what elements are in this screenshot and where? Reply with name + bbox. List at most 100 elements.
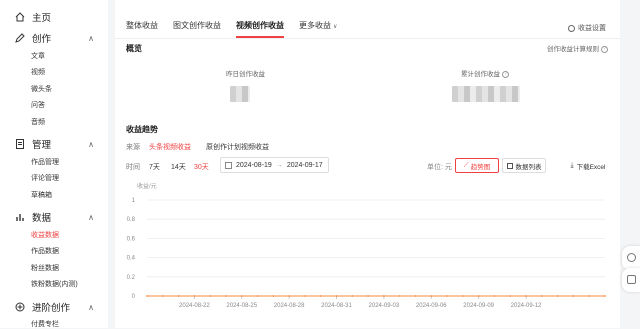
sidebar-item-micro-post[interactable]: 微头条 [31,84,52,94]
data-point[interactable] [272,295,275,297]
yesterday-revenue-label: 昨日创作收益 [226,71,265,78]
data-list-button[interactable]: 数据列表 [502,158,546,173]
data-point[interactable] [525,295,527,297]
sidebar-item-article[interactable]: 文章 [31,51,45,61]
data-point[interactable] [572,295,575,297]
download-excel-button[interactable]: ⤓ 下载Excel [563,158,613,173]
chevron-up-icon[interactable]: ∧ [88,34,94,43]
data-point[interactable] [209,295,212,297]
data-point[interactable] [540,295,543,297]
sidebar-item-iron-fans-data[interactable]: 铁粉数据(内测) [31,279,78,289]
data-point[interactable] [177,295,180,297]
nav-group-create[interactable]: 创作 [14,31,51,45]
data-point[interactable] [351,295,354,297]
range-14-days[interactable]: 14天 [171,162,186,172]
total-revenue-label-text: 累计创作收益 [461,71,500,78]
sidebar-item-drafts[interactable]: 草稿箱 [31,190,52,200]
x-tick-label: 2024-08-25 [226,303,257,309]
sidebar: 主页 创作 ∧ 文章 视频 微头条 问答 音频 管理 ∧ 作品管理 评论管理 草… [0,0,108,328]
line-chart-icon: ⟋ [463,161,469,169]
unit-label: 单位: 元 [427,164,452,171]
range-7-days[interactable]: 7天 [149,162,160,172]
sidebar-item-audio[interactable]: 音频 [31,117,45,127]
data-point[interactable] [446,295,448,297]
sidebar-item-works[interactable]: 作品管理 [31,157,59,167]
sidebar-item-works-data[interactable]: 作品数据 [31,246,59,256]
trend-chart-button[interactable]: ⟋ 趋势图 [455,158,499,173]
trend-title: 收益趋势 [126,125,158,134]
sidebar-item-fans-data[interactable]: 粉丝数据 [31,263,59,273]
feedback-float-button[interactable] [622,268,640,292]
question-icon: ? [502,70,509,78]
trend-chart-label: 趋势图 [470,163,491,171]
data-point[interactable] [382,295,385,297]
data-point[interactable] [604,295,606,297]
data-point[interactable] [146,295,148,297]
feedback-icon [627,275,636,284]
sidebar-item-revenue-data[interactable]: 收益数据 [31,230,59,240]
sidebar-item-comments[interactable]: 评论管理 [31,173,59,183]
main-panel: 整体收益 图文创作收益 视频创作收益 更多收益 ∨ 收益设置 概览 创作收益计算规… [115,0,620,328]
data-point[interactable] [493,295,496,297]
data-point[interactable] [461,295,464,297]
tab-divider [115,38,620,39]
rule-link-label: 创作收益计算规则 [547,46,599,53]
data-point[interactable] [398,295,401,297]
tab-bar: 整体收益 图文创作收益 视频创作收益 更多收益 ∨ [126,20,352,38]
range-30-days[interactable]: 30天 [194,162,209,172]
chevron-up-icon[interactable]: ∧ [88,213,94,222]
sidebar-item-qa[interactable]: 问答 [31,100,45,110]
data-point[interactable] [430,295,433,297]
data-point[interactable] [588,295,591,297]
data-point[interactable] [477,295,480,297]
x-tick-label: 2024-09-12 [511,303,542,309]
data-point[interactable] [556,295,559,297]
data-point[interactable] [240,295,243,297]
download-icon: ⤓ [570,161,574,169]
y-tick-label: 0.4 [127,256,136,262]
headset-icon [627,253,636,262]
sidebar-item-video[interactable]: 视频 [31,67,45,77]
nav-group-data[interactable]: 数据 [14,210,51,224]
data-point[interactable] [288,295,291,297]
data-point[interactable] [256,295,259,297]
tab-overall-revenue[interactable]: 整体收益 [126,20,158,38]
x-tick-label: 2024-09-03 [369,303,400,309]
data-point[interactable] [225,295,227,297]
nav-group-advanced[interactable]: 进阶创作 [14,300,70,314]
nav-group-manage[interactable]: 管理 [14,137,51,151]
data-point[interactable] [304,295,306,297]
y-tick-label: 0.2 [127,275,136,281]
data-point[interactable] [509,295,512,297]
pen-icon [14,32,26,44]
data-point[interactable] [414,295,417,297]
tab-more-revenue[interactable]: 更多收益 ∨ [299,20,337,38]
nav-advanced-label: 进阶创作 [32,303,71,314]
data-point[interactable] [193,295,196,297]
revenue-settings-button[interactable]: 收益设置 [568,23,606,33]
nav-home[interactable]: 主页 [14,10,51,24]
x-tick-label: 2024-08-31 [321,303,352,309]
chevron-up-icon[interactable]: ∧ [88,140,94,149]
source-toutiao-video[interactable]: 头条视频收益 [149,142,191,152]
tab-article-revenue[interactable]: 图文创作收益 [173,20,221,38]
help-float-button[interactable] [622,246,640,270]
x-tick-label: 2024-08-22 [179,303,210,309]
date-range-picker[interactable]: 2024-08-19 → 2024-09-17 [220,157,329,173]
bar-chart-icon [14,211,26,223]
data-point[interactable] [367,295,370,297]
data-point[interactable] [319,295,322,297]
data-point[interactable] [335,295,338,297]
data-point[interactable] [161,295,164,297]
document-icon [14,138,26,150]
tab-video-revenue[interactable]: 视频创作收益 [236,20,284,38]
revenue-rule-link[interactable]: 创作收益计算规则? [547,43,608,53]
date-start: 2024-08-19 [236,161,272,169]
chart-series [146,295,606,297]
y-tick-label: 0.8 [127,217,136,223]
x-ticks: 2024-08-22 2024-08-25 2024-08-28 2024-08-31… [179,296,542,309]
nav-create-label: 创作 [32,34,52,45]
source-original-plan-video[interactable]: 原创作计划视频收益 [206,142,269,152]
chevron-up-icon[interactable]: ∧ [88,303,94,312]
nav-home-label: 主页 [32,13,52,24]
